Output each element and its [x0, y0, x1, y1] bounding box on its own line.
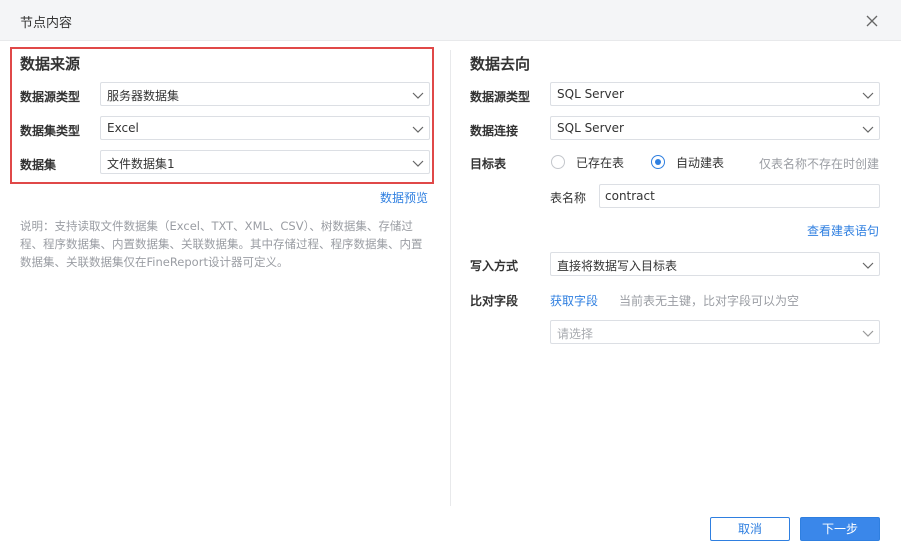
- target-connection-value: SQL Server: [557, 121, 624, 135]
- radio-existing-table-label[interactable]: 已存在表: [576, 154, 624, 171]
- source-note: 说明：支持读取文件数据集（Excel、TXT、XML、CSV）、树数据集、存储过…: [20, 219, 423, 269]
- source-dataset-value: 文件数据集1: [107, 157, 175, 171]
- chevron-down-icon: [861, 88, 875, 102]
- compare-field-select[interactable]: 请选择: [550, 320, 880, 344]
- source-datasource-type-select[interactable]: 服务器数据集: [100, 82, 430, 106]
- source-datasource-type-label: 数据源类型: [20, 90, 81, 104]
- source-dataset-type-value: Excel: [107, 121, 139, 135]
- source-dataset-type-label: 数据集类型: [20, 124, 81, 138]
- target-section-title: 数据去向: [470, 55, 531, 73]
- cancel-button[interactable]: 取消: [710, 517, 790, 541]
- target-connection-select[interactable]: SQL Server: [550, 116, 880, 140]
- chevron-down-icon: [861, 258, 875, 272]
- next-step-button[interactable]: 下一步: [800, 517, 880, 541]
- table-name-field[interactable]: [599, 184, 880, 208]
- view-create-sql-link[interactable]: 查看建表语句: [807, 222, 879, 239]
- chevron-down-icon: [861, 326, 875, 340]
- write-mode-label: 写入方式: [470, 259, 519, 273]
- panel-divider: [450, 50, 451, 506]
- source-section-title: 数据来源: [20, 55, 81, 73]
- chevron-down-icon: [861, 122, 875, 136]
- target-datasource-type-select[interactable]: SQL Server: [550, 82, 880, 106]
- target-table-label: 目标表: [470, 157, 507, 171]
- source-dataset-type-select[interactable]: Excel: [100, 116, 430, 140]
- compare-field-hint: 当前表无主键，比对字段可以为空: [619, 294, 800, 308]
- source-dataset-select[interactable]: 文件数据集1: [100, 150, 430, 174]
- table-name-input[interactable]: [600, 185, 879, 207]
- source-datasource-type-value: 服务器数据集: [107, 89, 180, 103]
- target-datasource-type-label: 数据源类型: [470, 90, 531, 104]
- chevron-down-icon: [411, 88, 425, 102]
- radio-existing-table[interactable]: [551, 155, 565, 169]
- get-field-link[interactable]: 获取字段: [550, 292, 598, 309]
- write-mode-select[interactable]: 直接将数据写入目标表: [550, 252, 880, 276]
- compare-field-placeholder: 请选择: [557, 327, 594, 341]
- dialog-titlebar: 节点内容: [0, 0, 901, 41]
- radio-auto-create[interactable]: [651, 155, 665, 169]
- dialog-title: 节点内容: [20, 16, 73, 31]
- data-preview-link[interactable]: 数据预览: [380, 189, 428, 206]
- target-connection-label: 数据连接: [470, 124, 519, 138]
- chevron-down-icon: [411, 122, 425, 136]
- chevron-down-icon: [411, 156, 425, 170]
- target-datasource-type-value: SQL Server: [557, 87, 624, 101]
- table-name-label: 表名称: [550, 191, 587, 205]
- write-mode-value: 直接将数据写入目标表: [557, 259, 678, 273]
- close-icon[interactable]: [862, 11, 882, 31]
- auto-create-hint: 仅表名称不存在时创建: [759, 157, 880, 171]
- radio-auto-create-label[interactable]: 自动建表: [676, 154, 724, 171]
- source-dataset-label: 数据集: [20, 158, 57, 172]
- compare-field-label: 比对字段: [470, 294, 519, 308]
